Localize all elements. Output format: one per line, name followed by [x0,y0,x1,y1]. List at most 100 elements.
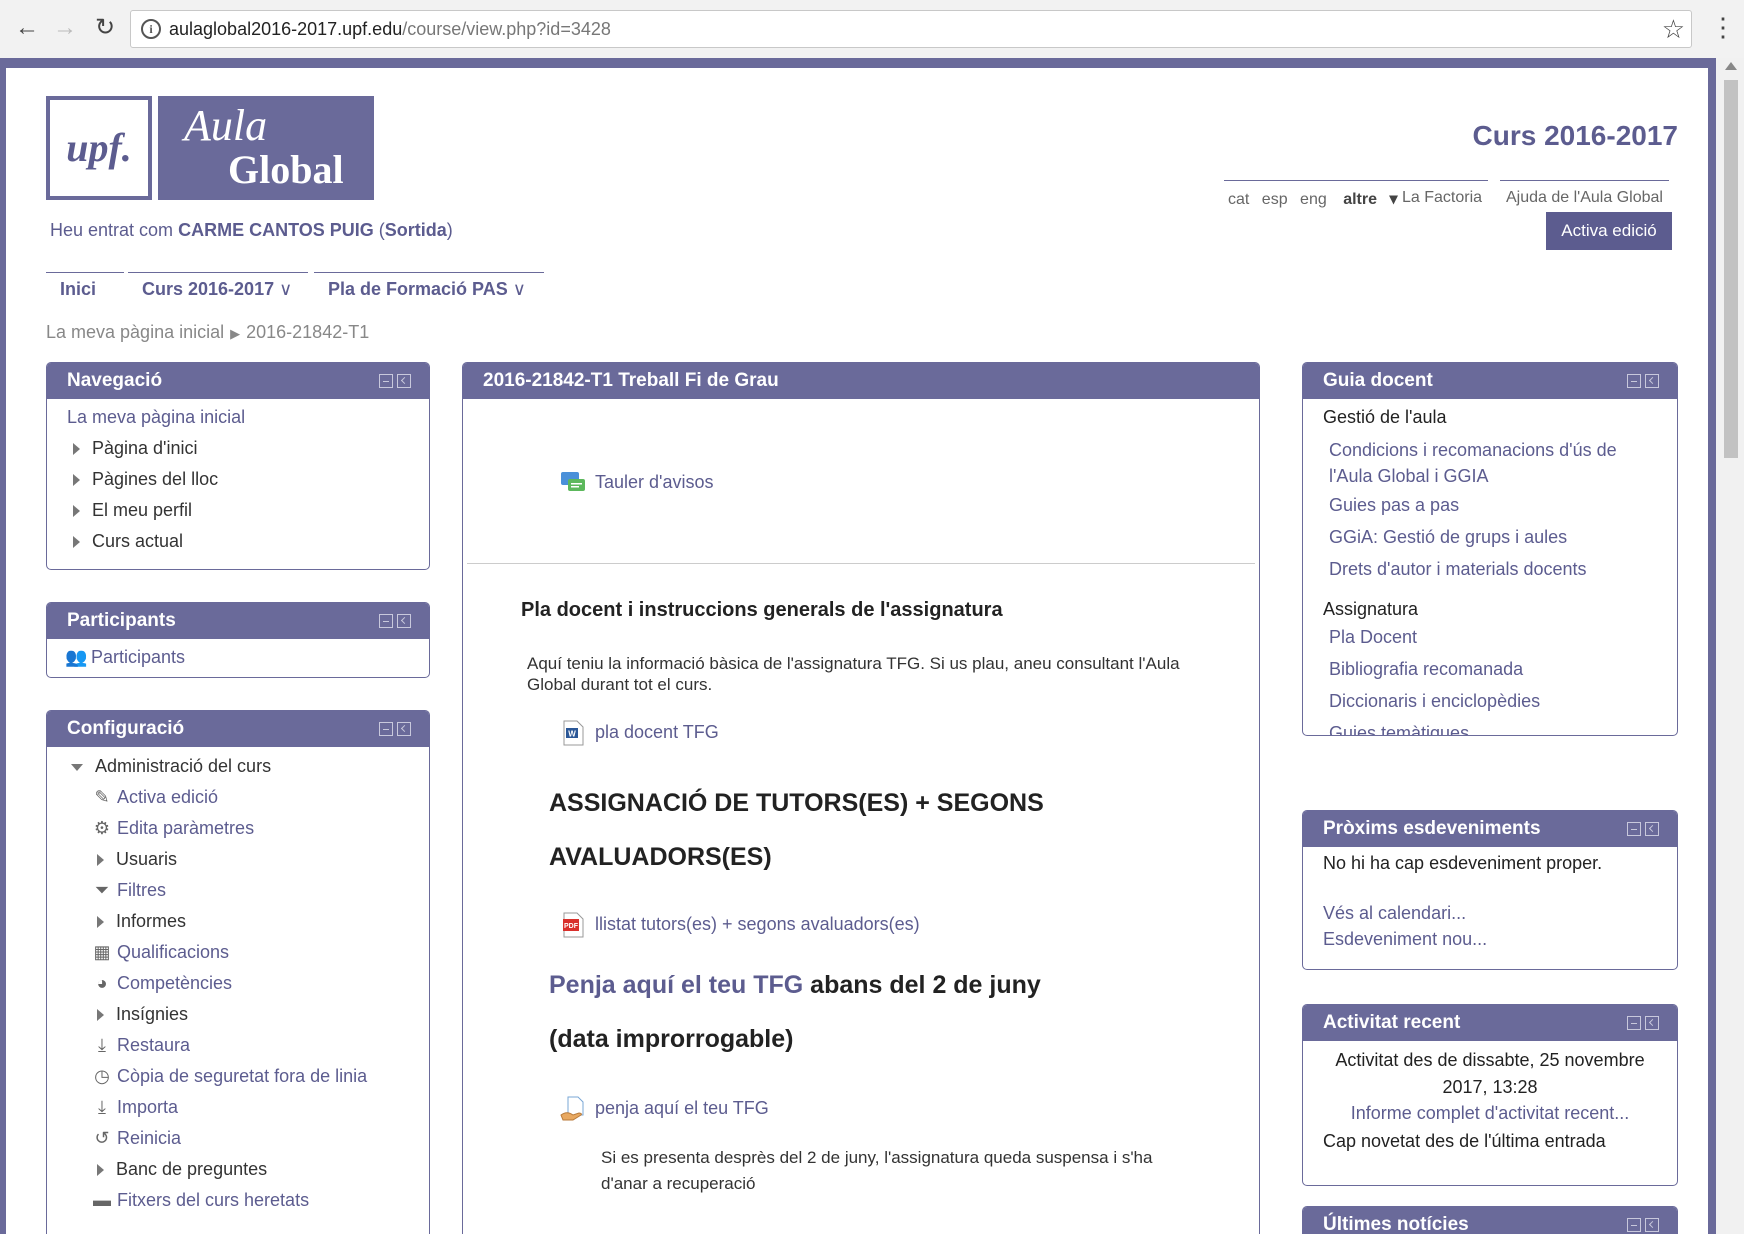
doc-activity[interactable]: Wpla docent TFG [559,719,719,747]
config-legacy-files[interactable]: ▬ Fitxers del curs heretats [91,1190,309,1211]
lang-other[interactable]: altre ▾ [1339,191,1401,208]
recent-block-header[interactable]: Activitat recent [1303,1005,1677,1041]
dock-icon[interactable] [397,614,411,628]
nav-course-label: Curs 2016-2017 [142,279,275,299]
link-factoria[interactable]: La Factoria [1396,180,1489,212]
block-title: Guia docent [1323,370,1433,391]
forward-icon[interactable]: → [50,13,80,43]
url-text[interactable]: aulaglobal2016-2017.upf.edu/course/view.… [169,19,611,40]
nav-item[interactable]: El meu perfil [73,500,192,521]
dock-icon[interactable] [1645,1016,1659,1030]
guide-block: Guia docent Gestió de l'aula Condicions … [1302,362,1678,736]
navigation-block-header[interactable]: Navegació [47,363,429,399]
info-icon[interactable]: i [141,19,161,39]
breadcrumb-current[interactable]: 2016-21842-T1 [246,322,369,342]
pencil-icon: ✎ [94,787,110,807]
dock-icon[interactable] [397,374,411,388]
dock-icon[interactable] [1645,374,1659,388]
nav-home[interactable]: Inici [46,272,124,308]
lang-esp[interactable]: esp [1262,191,1288,208]
lang-eng[interactable]: eng [1300,191,1327,208]
config-question-bank[interactable]: Banc de preguntes [97,1159,267,1180]
activate-edit-button[interactable]: Activa edició [1546,212,1672,250]
address-bar[interactable]: i aulaglobal2016-2017.upf.edu/course/vie… [130,10,1692,48]
scrollbar-thumb[interactable] [1724,80,1738,458]
minimize-icon[interactable] [1627,822,1641,836]
config-reports[interactable]: Informes [97,911,186,932]
scrollbar[interactable] [1716,58,1744,1234]
nav-my-home[interactable]: La meva pàgina inicial [67,407,245,428]
new-event-link[interactable]: Esdeveniment nou... [1323,929,1487,950]
dock-icon[interactable] [1645,822,1659,836]
browser-menu-icon[interactable]: ⋮ [1710,12,1736,42]
configuration-block-header[interactable]: Configuració [47,711,429,747]
guide-link[interactable]: GGiA: Gestió de grups i aules [1329,527,1567,548]
nav-training[interactable]: Pla de Formació PAS ∨ [314,272,544,308]
lang-other-label: altre [1343,191,1377,208]
filter-icon: ⏷ [94,880,110,900]
competency-icon: ◕ [96,973,108,993]
minimize-icon[interactable] [379,374,393,388]
config-item-label: Filtres [117,880,166,900]
minimize-icon[interactable] [379,722,393,736]
config-item-label: Competències [117,973,233,993]
upf-logo[interactable]: upf. [46,96,152,200]
nav-item[interactable]: Pàgina d'inici [73,438,198,459]
minimize-icon[interactable] [379,614,393,628]
upload-heading-link[interactable]: Penja aquí el teu TFG [549,971,803,999]
assignment-activity[interactable]: penja aquí el teu TFG [559,1095,769,1123]
participants-link[interactable]: 👥 Participants [65,647,185,668]
events-block-header[interactable]: Pròxims esdeveniments [1303,811,1677,847]
config-filters[interactable]: ⏷ Filtres [91,880,166,901]
guide-link[interactable]: Drets d'autor i materials docents [1329,559,1587,580]
news-block-header[interactable]: Últimes notícies [1303,1207,1677,1234]
aula-global-logo[interactable]: Aula Global [158,96,374,200]
config-edit-settings[interactable]: ⚙ Edita paràmetres [91,818,254,839]
login-user-link[interactable]: CARME CANTOS PUIG [178,220,374,240]
participants-block-header[interactable]: Participants [47,603,429,639]
back-icon[interactable]: ← [12,13,42,43]
guide-block-header[interactable]: Guia docent [1303,363,1677,399]
logo-aula-text: Aula [184,101,268,150]
forum-activity[interactable]: Tauler d'avisos [559,469,714,497]
config-badges[interactable]: Insígnies [97,1004,188,1025]
breadcrumb-home[interactable]: La meva pàgina inicial [46,322,224,342]
guide-link[interactable]: Guies pas a pas [1329,495,1459,516]
config-activate-edit[interactable]: ✎ Activa edició [91,787,218,808]
scroll-up-icon[interactable] [1725,62,1737,70]
config-import[interactable]: ⤓ Importa [91,1097,178,1118]
expand-icon [97,854,104,867]
nav-item-label: Pàgina d'inici [92,438,198,458]
calendar-link[interactable]: Vés al calendari... [1323,903,1466,924]
minimize-icon[interactable] [1627,1016,1641,1030]
nav-item[interactable]: Pàgines del lloc [73,469,218,490]
bookmark-star-icon[interactable]: ☆ [1662,14,1685,45]
config-grades[interactable]: ▦ Qualificacions [91,942,229,963]
minimize-icon[interactable] [1627,374,1641,388]
dock-icon[interactable] [1645,1218,1659,1232]
config-offline-backup[interactable]: ◷ Còpia de seguretat fora de linia [91,1066,367,1087]
config-competencies[interactable]: ◕ Competències [91,973,233,994]
block-title: Participants [67,610,176,631]
guide-link[interactable]: Guies temàtiques [1329,723,1469,735]
config-restore[interactable]: ⤓ Restaura [91,1035,190,1056]
guide-link[interactable]: Bibliografia recomanada [1329,659,1523,680]
guide-link[interactable]: Diccionaris i enciclopèdies [1329,691,1540,712]
config-reset[interactable]: ↺ Reinicia [91,1128,181,1149]
minimize-icon[interactable] [1627,1218,1641,1232]
config-users[interactable]: Usuaris [97,849,177,870]
dock-icon[interactable] [397,722,411,736]
nav-item-label: Curs actual [92,531,184,551]
reload-icon[interactable]: ↻ [90,13,120,43]
recent-report-link[interactable]: Informe complet d'activitat recent... [1317,1103,1663,1124]
lang-cat[interactable]: cat [1228,191,1249,208]
pdf-activity[interactable]: PDF llistat tutors(es) + segons avaluador… [559,911,920,939]
nav-course[interactable]: Curs 2016-2017 ∨ [128,272,308,308]
course-admin-node[interactable]: Administració del curs [71,756,271,777]
logout-link[interactable]: Sortida [385,220,447,240]
link-help[interactable]: Ajuda de l'Aula Global [1500,180,1669,212]
section-intro: Aquí teniu la informació bàsica de l'ass… [527,654,1180,694]
guide-link[interactable]: Pla Docent [1329,627,1417,648]
guide-link[interactable]: Condicions i recomanacions d'ús de l'Aul… [1329,437,1659,489]
nav-item[interactable]: Curs actual [73,531,183,552]
